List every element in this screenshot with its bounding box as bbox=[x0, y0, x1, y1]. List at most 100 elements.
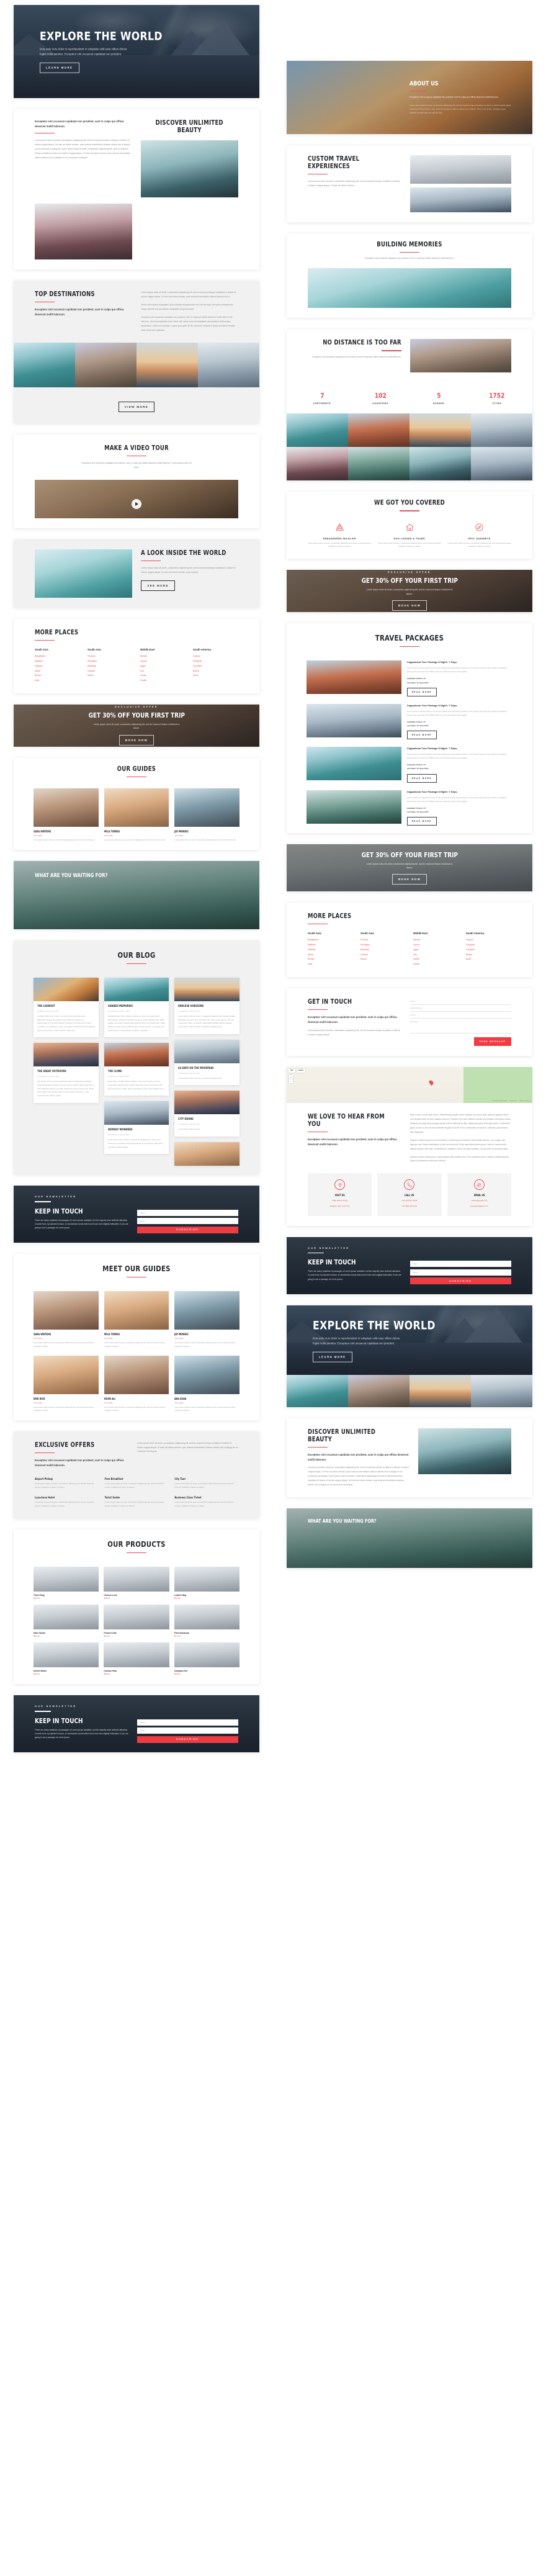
blog-post[interactable]: Endless Horizons by Adventure | Sep 26, … bbox=[174, 977, 239, 1034]
place-link[interactable]: Bangladesh bbox=[308, 938, 353, 943]
place-link[interactable]: Jordan bbox=[413, 957, 459, 962]
newsletter-subscribe-button[interactable]: Subscribe bbox=[136, 1736, 238, 1743]
place-link[interactable]: Canada bbox=[360, 953, 406, 958]
product-card[interactable]: Leather Bag $32.00 bbox=[174, 1567, 239, 1600]
offer-book-button[interactable]: Book Now bbox=[392, 874, 427, 885]
place-link[interactable]: Pakistan bbox=[35, 664, 80, 669]
offer-book-button[interactable]: Book Now bbox=[392, 600, 427, 611]
newsletter-name-input[interactable]: Name bbox=[410, 1261, 511, 1268]
contact-message-textarea[interactable]: Message bbox=[410, 1019, 511, 1034]
place-link[interactable]: Canada bbox=[87, 669, 133, 674]
place-link[interactable]: Bahrain bbox=[413, 938, 459, 943]
product-card[interactable]: Field Notebook $12.00 bbox=[174, 1605, 239, 1637]
blog-post[interactable]: 64 Days on the Mountain by Adventure | S… bbox=[174, 1039, 239, 1086]
gallery-tile[interactable] bbox=[471, 413, 532, 448]
place-link[interactable]: Cyprus bbox=[413, 943, 459, 948]
offer-book-button[interactable]: Book Now bbox=[119, 734, 154, 745]
map-mode-button[interactable]: Map bbox=[289, 1068, 295, 1073]
map-satellite-button[interactable]: Satellite bbox=[296, 1068, 306, 1073]
contact-card-email[interactable]: Email Us mailus@gmail.com gotsupport@div… bbox=[447, 1173, 511, 1216]
place-link[interactable]: Bahrain bbox=[140, 654, 186, 659]
product-card[interactable]: Desert Boots $52.00 bbox=[34, 1642, 99, 1675]
place-link[interactable]: Iran bbox=[140, 669, 186, 674]
gallery-image-1[interactable] bbox=[14, 342, 75, 387]
place-link[interactable]: Nicaragua bbox=[360, 943, 406, 948]
gallery-tile[interactable] bbox=[410, 413, 471, 448]
place-link[interactable]: Guyana bbox=[193, 654, 238, 659]
package-read-more-button[interactable]: Read More bbox=[406, 773, 437, 783]
gallery-image-1[interactable] bbox=[287, 1374, 348, 1407]
view-more-button[interactable]: View More bbox=[118, 401, 155, 412]
product-card[interactable]: Canvas Pack $36.00 bbox=[104, 1642, 169, 1675]
hero-learn-more-button[interactable]: Learn More bbox=[40, 62, 79, 73]
gallery-image-3[interactable] bbox=[136, 342, 198, 387]
product-card[interactable]: Camera Lens $18.00 bbox=[104, 1567, 169, 1600]
package-read-more-button[interactable]: Read More bbox=[406, 816, 437, 826]
newsletter-email-input[interactable]: Email bbox=[136, 1218, 238, 1224]
newsletter-email-input[interactable]: Email bbox=[136, 1727, 238, 1734]
place-link[interactable]: Egypt bbox=[413, 948, 459, 953]
place-link[interactable]: Nicaragua bbox=[87, 659, 133, 664]
gallery-tile[interactable] bbox=[287, 447, 348, 481]
contact-name-input[interactable]: Name bbox=[410, 998, 511, 1005]
blog-post[interactable]: City Drone by Adventure | Sep 26, 2017 L… bbox=[174, 1091, 239, 1137]
gallery-tile[interactable] bbox=[471, 447, 532, 481]
place-link[interactable]: Bhutan bbox=[308, 957, 353, 962]
place-link[interactable]: Panama bbox=[87, 654, 133, 659]
newsletter-email-input[interactable]: Email bbox=[410, 1269, 511, 1276]
gallery-tile[interactable] bbox=[348, 447, 410, 481]
place-link[interactable]: Brazil bbox=[193, 673, 238, 678]
place-link[interactable]: Maldives bbox=[35, 659, 80, 664]
guide-card[interactable]: Mila Torres Tour Guide Lorem ipsum dolor… bbox=[104, 788, 169, 842]
guide-card[interactable]: Sara Winters Tour Guide Lorem ipsum dolo… bbox=[34, 1291, 99, 1348]
place-link[interactable]: Mexico bbox=[87, 673, 133, 678]
guide-card[interactable]: Jay Mendez Tour Guide Lorem ipsum dolor … bbox=[174, 1291, 240, 1348]
newsletter-name-input[interactable]: Name bbox=[136, 1209, 238, 1216]
blog-post[interactable]: Shared Memories by Adventure | Sep 27, 2… bbox=[104, 977, 169, 1038]
blog-post[interactable]: Wordly Wonders by Adventure | Sep 26, 20… bbox=[104, 1101, 169, 1155]
contact-email-input[interactable]: Email Address bbox=[410, 1005, 511, 1012]
contact-phone-input[interactable]: Phone bbox=[410, 1012, 511, 1019]
video-player[interactable] bbox=[14, 480, 259, 528]
guide-card[interactable]: Ana Silva Tour Guide Lorem ipsum dolor s… bbox=[174, 1355, 240, 1413]
place-link[interactable]: Jordan bbox=[140, 673, 186, 678]
place-link[interactable]: Nepal bbox=[308, 953, 353, 958]
google-map[interactable]: Map Satellite + − Map data ©2017 Google … bbox=[287, 1066, 532, 1103]
place-link[interactable]: Colombia bbox=[193, 664, 238, 669]
place-link[interactable]: Guyana bbox=[466, 938, 511, 943]
blog-post[interactable] bbox=[174, 1142, 239, 1166]
newsletter-subscribe-button[interactable]: Subscribe bbox=[136, 1226, 238, 1233]
place-link[interactable]: Kuwait bbox=[140, 678, 186, 683]
contact-card-visit[interactable]: Visit Us 1395 Street Street Raleigh, New… bbox=[308, 1173, 372, 1216]
guide-card[interactable]: Mila Torres Tour Guide Lorem ipsum dolor… bbox=[104, 1291, 169, 1348]
place-link[interactable]: Bangladesh bbox=[35, 654, 80, 659]
place-link[interactable]: India bbox=[35, 678, 80, 683]
place-link[interactable]: Bahamas bbox=[87, 664, 133, 669]
contact-card-call[interactable]: Call Us +63 123 567 4444 +63 006 234 111… bbox=[377, 1173, 442, 1216]
guide-card[interactable]: Sara Winters Tour Guide Lorem ipsum dolo… bbox=[34, 788, 99, 842]
gallery-image-4[interactable] bbox=[471, 1374, 532, 1407]
place-link[interactable]: Panama bbox=[360, 938, 406, 943]
guide-card[interactable]: Erik Ruiz Tour Guide Lorem ipsum dolor s… bbox=[34, 1355, 99, 1413]
gallery-image-2[interactable] bbox=[348, 1374, 410, 1407]
place-link[interactable]: Nepal bbox=[35, 669, 80, 674]
place-link[interactable]: Cyprus bbox=[140, 659, 186, 664]
map-zoom-in-button[interactable]: + bbox=[289, 1075, 293, 1079]
place-link[interactable]: Bolivia bbox=[466, 953, 511, 958]
place-link[interactable]: Maldives bbox=[308, 943, 353, 948]
guide-card[interactable]: Noor Ali Tour Guide Lorem ipsum dolor si… bbox=[104, 1355, 169, 1413]
blog-post[interactable]: The Great Outdoors by Adventure | Sep 27… bbox=[34, 1043, 99, 1103]
hero-learn-more-button[interactable]: Learn More bbox=[313, 1351, 352, 1362]
newsletter-subscribe-button[interactable]: Subscribe bbox=[410, 1277, 511, 1285]
product-card[interactable]: Pocket Knife $21.00 bbox=[104, 1605, 169, 1637]
place-link[interactable]: Colombia bbox=[466, 948, 511, 953]
map-terms-link[interactable]: Terms of Use bbox=[509, 1101, 517, 1102]
gallery-tile[interactable] bbox=[410, 447, 471, 481]
place-link[interactable]: Kuwait bbox=[413, 962, 459, 967]
place-link[interactable]: Iran bbox=[413, 953, 459, 958]
play-icon[interactable] bbox=[132, 499, 141, 510]
package-read-more-button[interactable]: Read More bbox=[406, 687, 437, 696]
product-card[interactable]: Compass Set $28.00 bbox=[174, 1642, 239, 1675]
place-link[interactable]: Brazil bbox=[466, 957, 511, 962]
place-link[interactable]: Bolivia bbox=[193, 669, 238, 674]
